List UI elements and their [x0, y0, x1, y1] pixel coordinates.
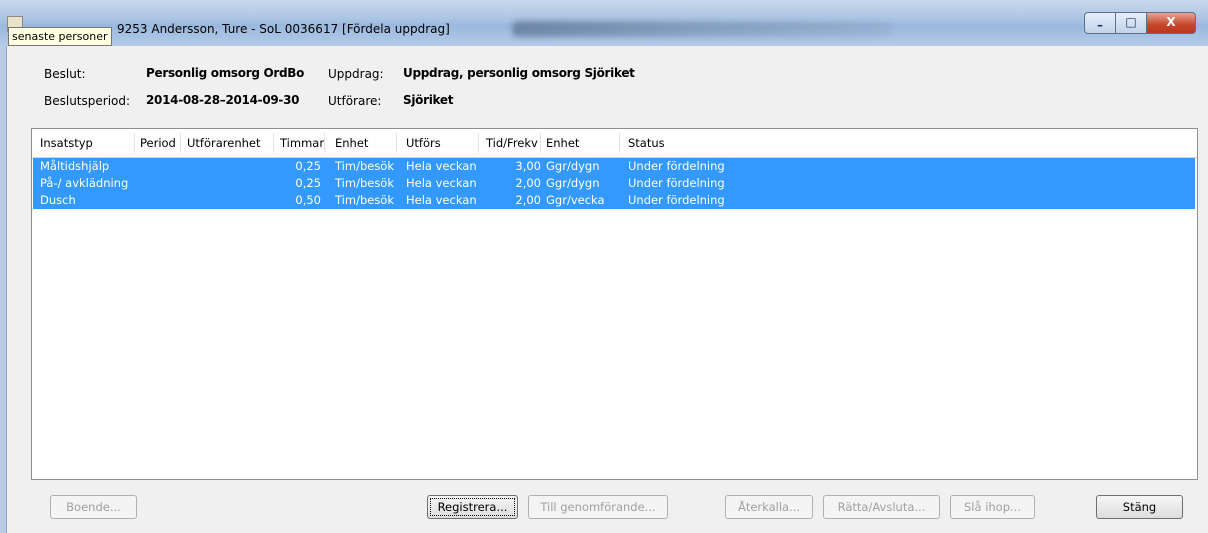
boende-button[interactable]: Boende...: [50, 495, 137, 519]
cell-timmar: 0,50: [295, 193, 321, 207]
cell-tid-frekv: 3,00: [515, 159, 541, 173]
uppdrag-value: Uppdrag, personlig omsorg Sjöriket: [403, 66, 635, 80]
beslut-value: Personlig omsorg OrdBo: [146, 66, 305, 80]
table-row[interactable]: Dusch 0,50 Tim/besök Hela veckan 2,00 Gg…: [33, 192, 1195, 209]
cell-enhet-2: Ggr/dygn: [546, 176, 600, 190]
cell-enhet: Tim/besök: [335, 176, 395, 190]
column-divider[interactable]: [619, 133, 620, 153]
cell-utfors: Hela veckan: [406, 193, 477, 207]
tooltip-senaste-personer: senaste personer: [8, 27, 112, 46]
stang-button[interactable]: Stäng: [1096, 495, 1183, 519]
cell-tid-frekv: 2,00: [515, 193, 541, 207]
column-divider[interactable]: [324, 133, 325, 153]
cell-insatstyp: Måltidshjälp: [40, 159, 110, 173]
ratta-avsluta-button[interactable]: Rätta/Avsluta...: [823, 495, 940, 519]
window-title: 9253 Andersson, Ture - SoL 0036617 [Förd…: [117, 22, 450, 36]
window-controls: – □ X: [1084, 12, 1196, 34]
cell-enhet-2: Ggr/dygn: [546, 159, 600, 173]
column-header-insatstyp[interactable]: Insatstyp: [40, 136, 93, 150]
column-divider[interactable]: [540, 133, 541, 153]
column-header-status[interactable]: Status: [628, 136, 665, 150]
beslutsperiod-label: Beslutsperiod:: [44, 94, 131, 108]
column-header-utforarenhet[interactable]: Utförarenhet: [187, 136, 261, 150]
table-header: Insatstyp Period Utförarenhet Timmar Enh…: [32, 129, 1197, 158]
column-header-enhet-2[interactable]: Enhet: [546, 136, 579, 150]
insats-table[interactable]: Insatstyp Period Utförarenhet Timmar Enh…: [31, 128, 1198, 480]
column-header-period[interactable]: Period: [140, 136, 176, 150]
blurred-title-region: [512, 21, 892, 37]
cell-status: Under fördelning: [628, 176, 725, 190]
minimize-icon: –: [1097, 18, 1103, 32]
cell-enhet: Tim/besök: [335, 159, 395, 173]
cell-enhet-2: Ggr/vecka: [546, 193, 605, 207]
column-divider[interactable]: [180, 133, 181, 153]
cell-tid-frekv: 2,00: [515, 176, 541, 190]
close-button[interactable]: X: [1146, 12, 1196, 34]
window-left-border: [0, 46, 7, 533]
application-window: 9253 Andersson, Ture - SoL 0036617 [Förd…: [0, 0, 1208, 533]
title-bar[interactable]: 9253 Andersson, Ture - SoL 0036617 [Förd…: [0, 0, 1208, 46]
cell-insatstyp: På-/ avklädning: [40, 176, 129, 190]
cell-timmar: 0,25: [295, 176, 321, 190]
uppdrag-label: Uppdrag:: [328, 67, 384, 81]
sla-ihop-button[interactable]: Slå ihop...: [950, 495, 1035, 519]
cell-timmar: 0,25: [295, 159, 321, 173]
cell-status: Under fördelning: [628, 159, 725, 173]
maximize-button[interactable]: □: [1115, 12, 1147, 34]
cell-enhet: Tim/besök: [335, 193, 395, 207]
cell-utfors: Hela veckan: [406, 176, 477, 190]
column-header-utfors[interactable]: Utförs: [406, 136, 441, 150]
column-divider[interactable]: [396, 133, 397, 153]
column-divider[interactable]: [273, 133, 274, 153]
table-row[interactable]: På-/ avklädning 0,25 Tim/besök Hela veck…: [33, 175, 1195, 192]
cell-utfors: Hela veckan: [406, 159, 477, 173]
column-header-enhet[interactable]: Enhet: [335, 136, 368, 150]
beslutsperiod-value: 2014-08-28–2014-09-30: [146, 93, 300, 107]
cell-status: Under fördelning: [628, 193, 725, 207]
till-genomforande-button[interactable]: Till genomförande...: [528, 495, 668, 519]
maximize-icon: □: [1125, 15, 1137, 29]
close-icon: X: [1166, 15, 1176, 29]
cell-insatstyp: Dusch: [40, 193, 76, 207]
utforare-value: Sjöriket: [403, 93, 454, 107]
aterkalla-button[interactable]: Återkalla...: [725, 495, 813, 519]
registrera-button[interactable]: Registrera...: [427, 495, 518, 519]
column-divider[interactable]: [478, 133, 479, 153]
column-divider[interactable]: [134, 133, 135, 153]
column-header-timmar[interactable]: Timmar: [280, 136, 324, 150]
utforare-label: Utförare:: [328, 94, 382, 108]
table-row[interactable]: Måltidshjälp 0,25 Tim/besök Hela veckan …: [33, 158, 1195, 175]
column-header-tid-frekv[interactable]: Tid/Frekv: [486, 136, 538, 150]
beslut-label: Beslut:: [44, 67, 86, 81]
minimize-button[interactable]: –: [1084, 12, 1116, 34]
